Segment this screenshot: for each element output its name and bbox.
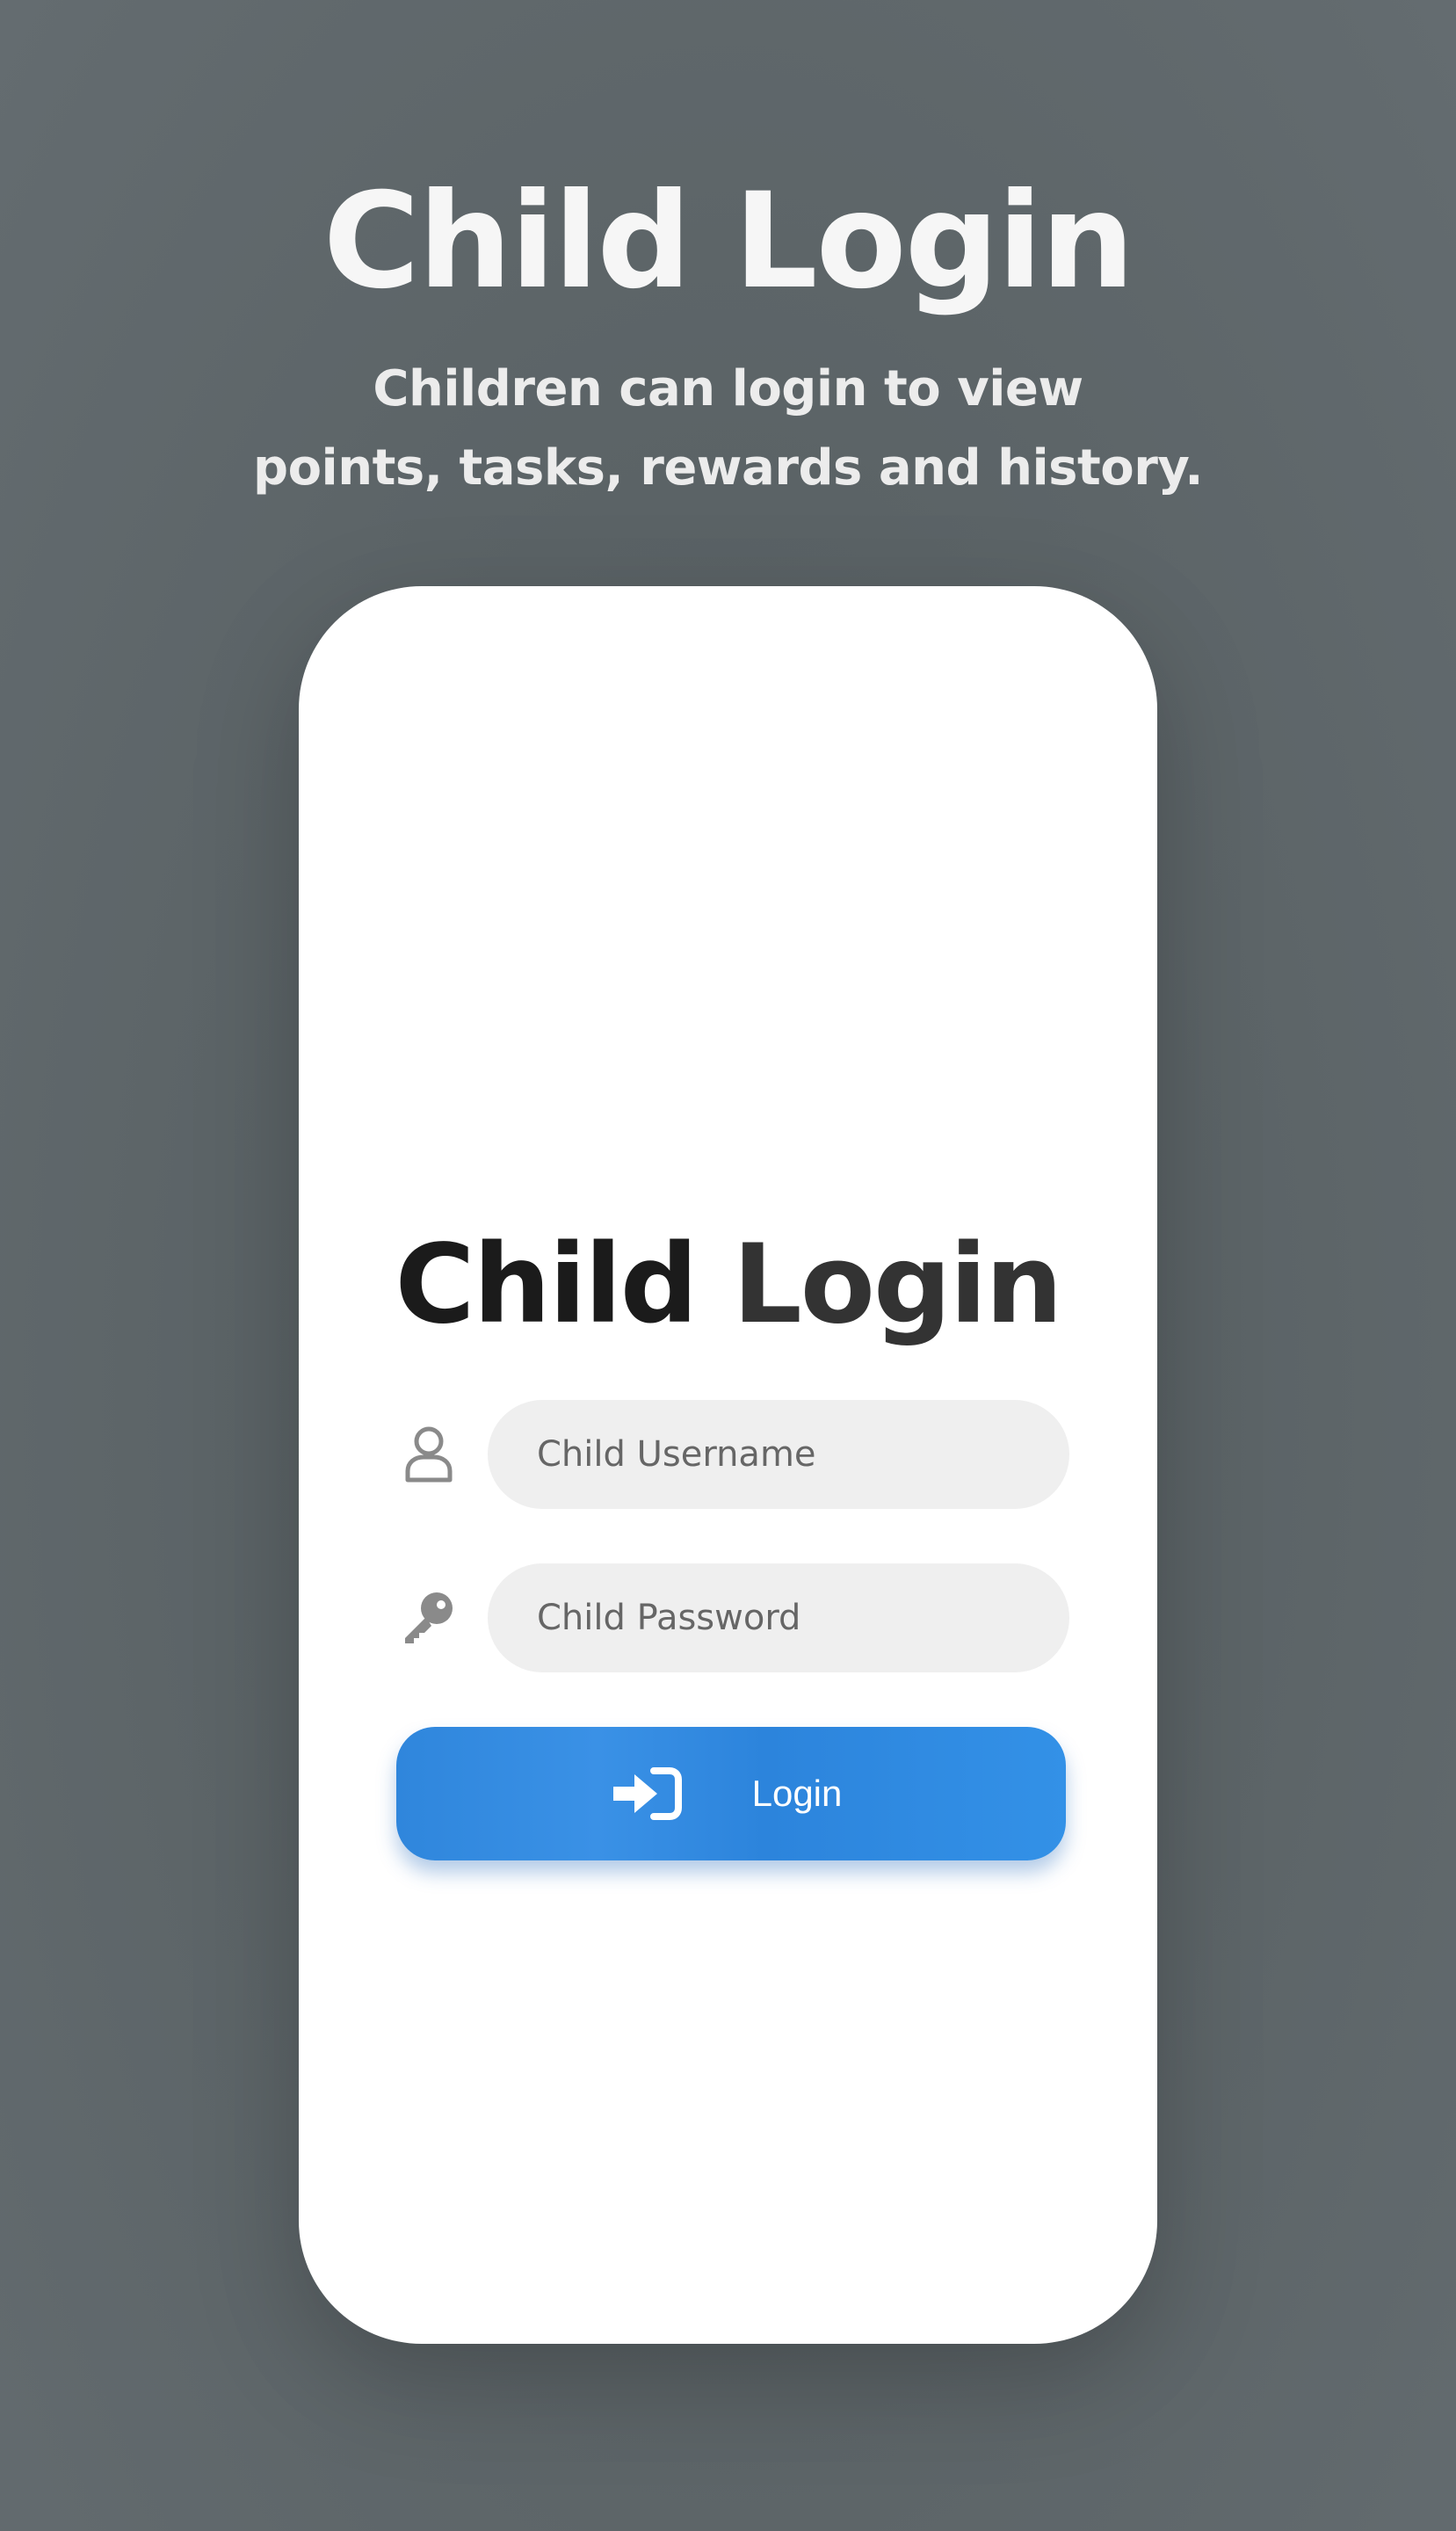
promo-subtitle-line-2: points, tasks, rewards and history. bbox=[252, 439, 1204, 497]
username-input[interactable] bbox=[488, 1400, 1069, 1509]
username-row bbox=[394, 1400, 1069, 1509]
sign-in-icon bbox=[612, 1766, 682, 1822]
phone-screen: Child Login Login bbox=[299, 586, 1157, 2344]
key-icon bbox=[394, 1583, 464, 1653]
password-input[interactable] bbox=[488, 1563, 1069, 1672]
promo-subtitle-line-1: Children can login to view bbox=[373, 360, 1083, 417]
promo-subtitle: Children can login to view points, tasks… bbox=[0, 350, 1456, 508]
login-title-word-2: Login bbox=[732, 1222, 1063, 1348]
user-icon bbox=[394, 1419, 464, 1490]
login-button[interactable]: Login bbox=[396, 1727, 1066, 1860]
promo-title: Child Login bbox=[322, 165, 1135, 318]
password-row bbox=[394, 1563, 1069, 1672]
login-title-word-1: Child bbox=[395, 1222, 699, 1348]
login-button-label: Login bbox=[751, 1773, 843, 1814]
login-title: Child Login bbox=[299, 1223, 1157, 1346]
